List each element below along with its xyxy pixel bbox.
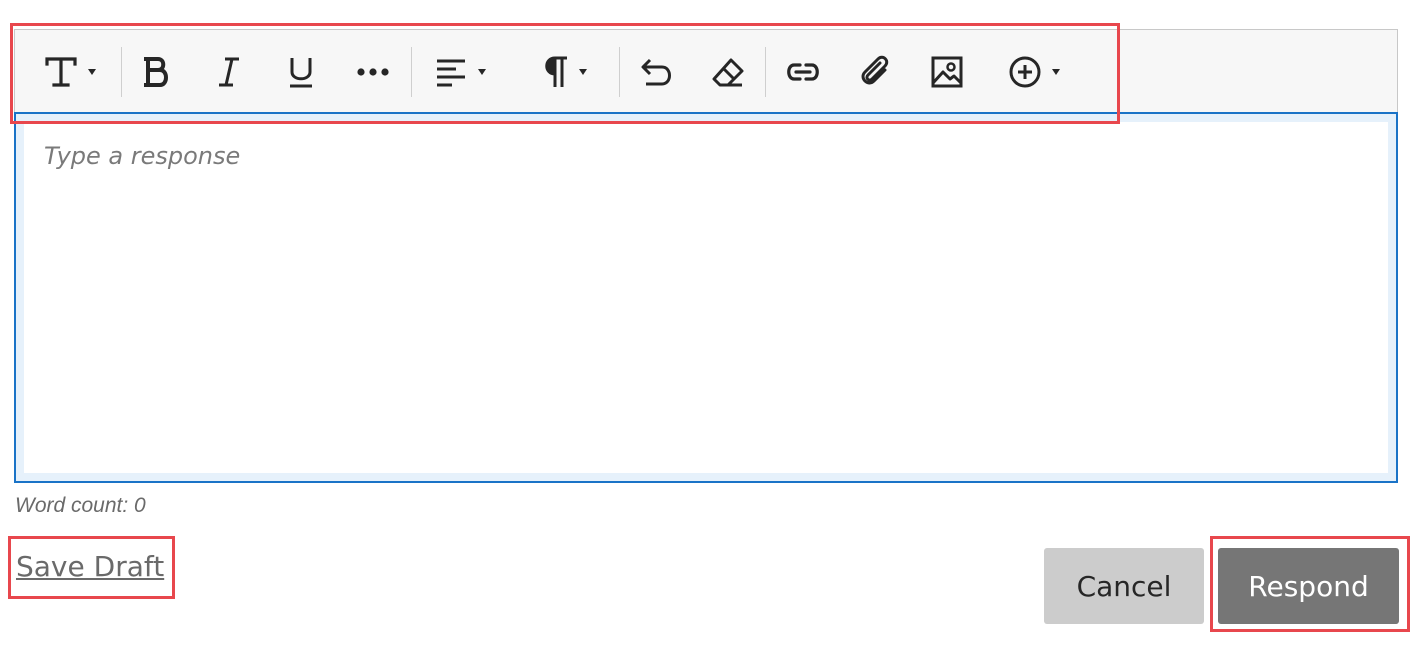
underline-button[interactable] [283, 48, 319, 96]
more-button[interactable] [353, 48, 393, 96]
response-input[interactable] [44, 142, 1368, 453]
chevron-down-icon [88, 69, 96, 75]
chevron-down-icon [1052, 69, 1060, 75]
toolbar-divider [619, 47, 620, 97]
text-format-button[interactable] [35, 48, 105, 96]
plus-circle-icon [1009, 56, 1041, 88]
cancel-button[interactable]: Cancel [1044, 548, 1204, 624]
toolbar-divider [121, 47, 122, 97]
save-draft-link[interactable]: Save Draft [16, 550, 164, 583]
align-left-icon [437, 59, 465, 87]
italic-icon [219, 57, 239, 87]
text-format-icon [45, 57, 77, 87]
more-horizontal-icon [357, 68, 389, 76]
respond-button[interactable]: Respond [1218, 548, 1399, 624]
undo-icon [641, 58, 671, 86]
bold-button[interactable] [137, 48, 177, 96]
rich-text-editor [14, 29, 1398, 483]
insert-image-button[interactable] [927, 48, 967, 96]
paragraph-button[interactable] [533, 48, 595, 96]
word-count: Word count: 0 [15, 494, 146, 517]
paperclip-icon [861, 55, 889, 85]
bold-icon [144, 57, 168, 87]
attach-file-button[interactable] [855, 48, 895, 96]
link-icon [787, 63, 819, 81]
chevron-down-icon [579, 69, 587, 75]
paragraph-icon [545, 56, 567, 87]
insert-content-button[interactable] [999, 48, 1069, 96]
toolbar-divider [411, 47, 412, 97]
chevron-down-icon [478, 69, 486, 75]
underline-icon [290, 58, 312, 88]
clear-formatting-button[interactable] [707, 48, 749, 96]
insert-link-button[interactable] [783, 48, 823, 96]
toolbar-divider [765, 47, 766, 97]
editor-toolbar [15, 30, 1397, 114]
align-button[interactable] [427, 48, 493, 96]
undo-button[interactable] [637, 48, 677, 96]
image-icon [931, 56, 963, 88]
response-content-area [14, 112, 1398, 483]
eraser-icon [712, 58, 744, 87]
response-content-inner [24, 122, 1388, 473]
italic-button[interactable] [211, 48, 247, 96]
